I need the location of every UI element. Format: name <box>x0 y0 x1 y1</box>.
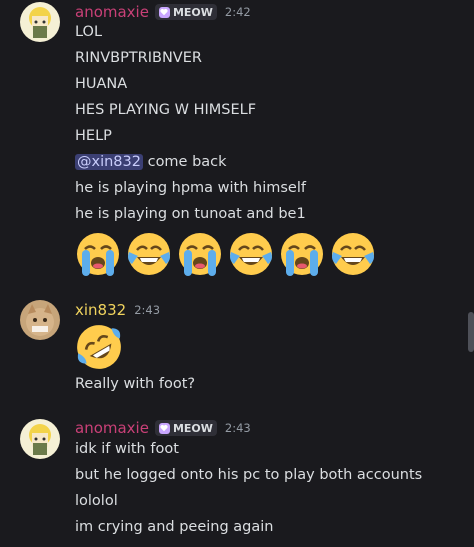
message-line: HELP <box>75 128 112 144</box>
rolling-on-floor-laughing-icon[interactable] <box>74 322 124 372</box>
loudly-crying-face-icon[interactable] <box>176 230 224 278</box>
message-line: he is playing on tunoat and be1 <box>75 206 306 222</box>
server-tag-label: MEOW <box>172 421 213 435</box>
username[interactable]: xin832 <box>75 301 126 319</box>
server-tag[interactable]: MEOW <box>154 4 217 20</box>
timestamp: 2:43 <box>134 303 161 317</box>
heart-icon <box>158 6 170 18</box>
message-line: idk if with foot <box>75 441 179 457</box>
avatar-anomaxie[interactable] <box>20 2 60 42</box>
message-line: Really with foot? <box>75 376 196 392</box>
message-header: anomaxie MEOW 2:42 <box>75 2 251 22</box>
emoji-row <box>74 230 377 278</box>
timestamp: 2:42 <box>224 5 251 19</box>
joy-face-icon[interactable] <box>125 230 173 278</box>
message-line: but he logged onto his pc to play both a… <box>75 467 423 483</box>
message-line: HUANA <box>75 76 128 92</box>
server-tag-label: MEOW <box>172 5 213 19</box>
username[interactable]: anomaxie <box>75 419 149 437</box>
username[interactable]: anomaxie <box>75 3 149 21</box>
message-text: come back <box>142 154 227 170</box>
message-line: LOL <box>75 24 103 40</box>
joy-face-icon[interactable] <box>329 230 377 278</box>
server-tag[interactable]: MEOW <box>154 420 217 436</box>
message-line: RINVBPTRIBNVER <box>75 50 202 66</box>
message-line: lololol <box>75 493 118 509</box>
timestamp: 2:43 <box>224 421 251 435</box>
avatar-xin832[interactable] <box>20 300 60 340</box>
heart-icon <box>158 422 170 434</box>
loudly-crying-face-icon[interactable] <box>278 230 326 278</box>
message-line: HES PLAYING W HIMSELF <box>75 102 257 118</box>
loudly-crying-face-icon[interactable] <box>74 230 122 278</box>
message-line: he is playing hpma with himself <box>75 180 306 196</box>
user-mention[interactable]: @xin832 <box>75 154 143 170</box>
message-line: @xin832 come back <box>75 152 227 172</box>
message-header: anomaxie MEOW 2:43 <box>75 418 251 438</box>
avatar-anomaxie[interactable] <box>20 419 60 459</box>
message-header: xin832 2:43 <box>75 300 160 320</box>
scrollbar-thumb[interactable] <box>468 312 474 352</box>
message-line: im crying and peeing again <box>75 519 274 535</box>
joy-face-icon[interactable] <box>227 230 275 278</box>
